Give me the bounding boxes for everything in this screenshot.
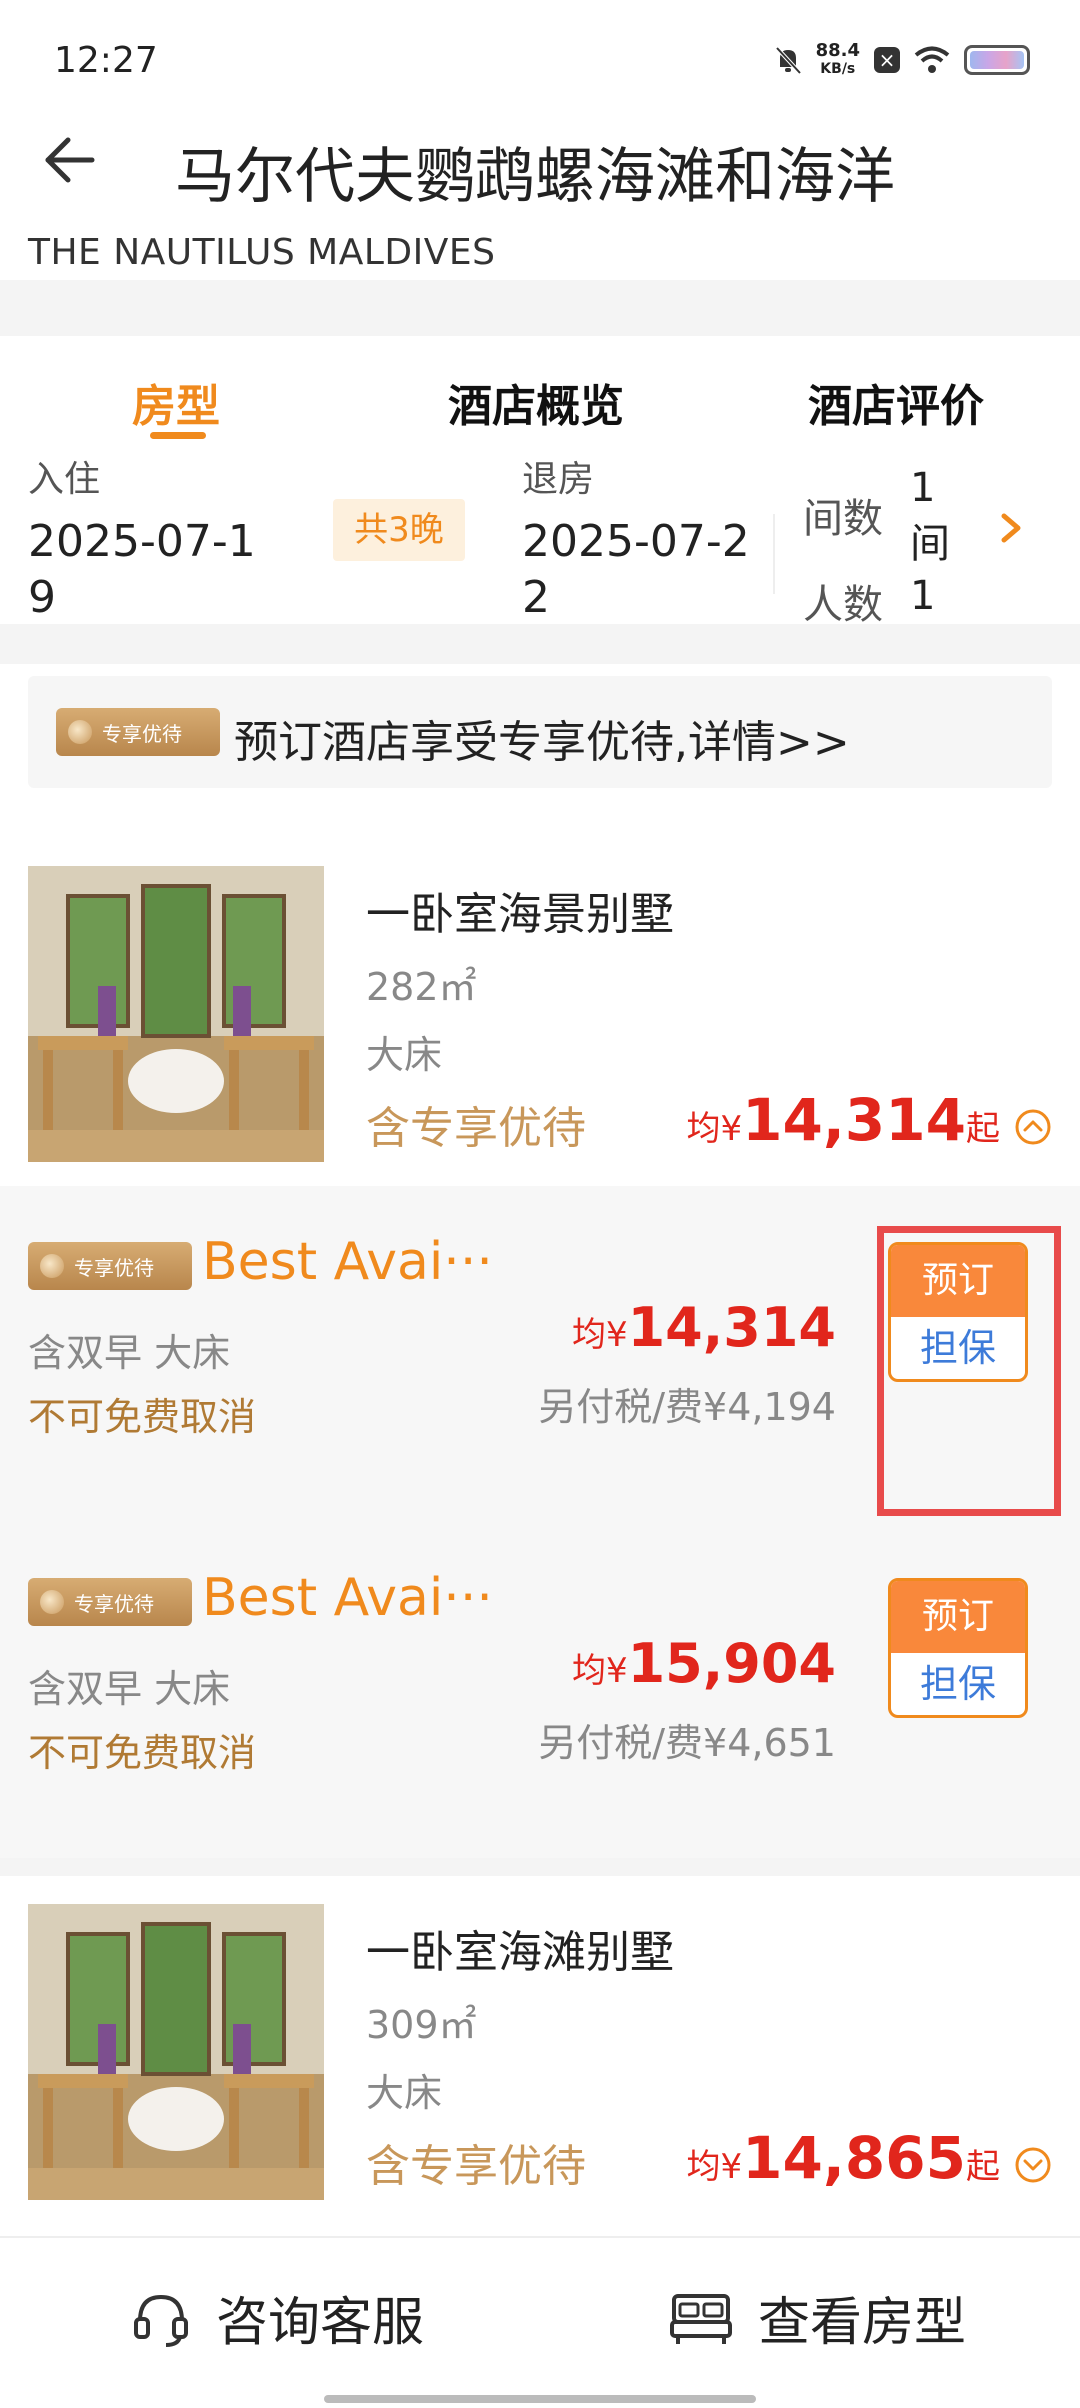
status-bar: 12:27 88.4 KB/s × xyxy=(0,0,1080,120)
price-amount: 14,314 xyxy=(742,1086,966,1154)
room-photo-image xyxy=(28,1904,324,2200)
room-name[interactable]: 一卧室海景别墅 xyxy=(366,878,674,942)
leaf-icon xyxy=(40,1254,64,1278)
tab-room-types[interactable]: 房型 xyxy=(132,370,220,434)
divider-band xyxy=(0,280,1080,336)
price-prefix: 均¥ xyxy=(686,2147,743,2187)
price-suffix: 起 xyxy=(966,2147,1000,2187)
customer-service-button[interactable]: 咨询客服 xyxy=(130,2280,424,2355)
chevron-right-icon[interactable] xyxy=(996,508,1026,548)
room-photo[interactable] xyxy=(28,866,324,1162)
rooms-count-value[interactable]: 1间 xyxy=(910,460,950,572)
book-button[interactable]: 预订 担保 xyxy=(888,1578,1028,1718)
exclusive-badge-label: 专享优待 xyxy=(74,1591,154,1616)
rate-price: 均¥14,314 xyxy=(572,1296,836,1359)
checkout-date[interactable]: 2025-07-22 xyxy=(522,514,772,626)
rate-tax: 另付税/费¥4,194 xyxy=(538,1385,836,1429)
wifi-icon xyxy=(914,46,950,73)
price-suffix: 起 xyxy=(966,1109,1000,1149)
room-size: 282㎡ xyxy=(366,965,477,1009)
nights-badge: 共3晚 xyxy=(333,499,465,561)
home-indicator[interactable] xyxy=(324,2395,756,2403)
stay-date-selector[interactable]: 入住 2025-07-19 共3晚 退房 2025-07-22 间数 1间 人数… xyxy=(0,444,1080,628)
room-photo-image xyxy=(28,866,324,1162)
mute-bell-icon xyxy=(775,46,802,75)
guarantee-label[interactable]: 担保 xyxy=(891,1653,1025,1715)
tab-hotel-overview[interactable]: 酒店概览 xyxy=(448,370,624,434)
hotel-title: 马尔代夫鹦鹉螺海滩和海洋 xyxy=(175,142,895,212)
divider-band xyxy=(0,624,1080,664)
price-prefix: 均¥ xyxy=(571,1651,628,1691)
room-perk: 含专享优待 xyxy=(366,2141,586,2192)
customer-service-label[interactable]: 咨询客服 xyxy=(216,2280,424,2355)
room-price: 均¥14,314起 xyxy=(687,1086,1000,1154)
highlight-annotation-box xyxy=(877,1226,1061,1516)
view-rooms-button[interactable]: 查看房型 xyxy=(668,2280,966,2355)
status-icons: 88.4 KB/s × xyxy=(774,42,1030,78)
bed-icon xyxy=(670,2293,732,2344)
rate-meal-bed: 含双早 大床 xyxy=(28,1667,231,1711)
collapse-chevron-icon[interactable] xyxy=(1014,1108,1052,1146)
battery-icon xyxy=(964,45,1030,75)
tab-active-indicator xyxy=(150,432,206,439)
bottom-action-bar: 咨询客服 查看房型 xyxy=(0,2236,1080,2408)
rate-tax: 另付税/费¥4,651 xyxy=(538,1721,836,1765)
leaf-icon xyxy=(40,1590,64,1614)
view-rooms-label[interactable]: 查看房型 xyxy=(758,2280,966,2355)
price-prefix: 均¥ xyxy=(686,1109,743,1149)
promo-banner[interactable]: 专享优待 预订酒店享受专享优待,详情>> xyxy=(28,676,1052,788)
room-price: 均¥14,865起 xyxy=(687,2124,1000,2192)
exclusive-badge-label: 专享优待 xyxy=(74,1255,154,1280)
room-bed-type: 大床 xyxy=(366,2071,443,2115)
rate-plan-row[interactable]: 专享优待 Best Avai··· 含双早 大床 不可免费取消 均¥15,904… xyxy=(0,1522,1080,1858)
date-divider xyxy=(773,514,775,594)
checkout-label: 退房 xyxy=(522,459,595,500)
exclusive-badge: 专享优待 xyxy=(28,1242,192,1290)
price-amount: 15,904 xyxy=(627,1632,836,1695)
price-amount: 14,314 xyxy=(627,1296,836,1359)
book-button-label[interactable]: 预订 xyxy=(891,1581,1025,1653)
rate-price: 均¥15,904 xyxy=(572,1632,836,1695)
expand-chevron-icon[interactable] xyxy=(1014,2146,1052,2184)
tab-hotel-reviews[interactable]: 酒店评价 xyxy=(808,370,984,434)
rate-meal-bed: 含双早 大床 xyxy=(28,1331,231,1375)
rate-plan-name[interactable]: Best Avai··· xyxy=(202,1568,493,1628)
status-time: 12:27 xyxy=(54,40,158,81)
hotel-subtitle: THE NAUTILUS MALDIVES xyxy=(28,232,496,273)
checkin-date[interactable]: 2025-07-19 xyxy=(28,514,278,626)
tab-bar: 房型 酒店概览 酒店评价 xyxy=(0,336,1080,444)
rate-cancel-policy: 不可免费取消 xyxy=(28,1395,257,1439)
price-amount: 14,865 xyxy=(742,2124,966,2192)
room-card[interactable]: 一卧室海滩别墅 309㎡ 大床 含专享优待 均¥14,865起 xyxy=(0,1876,1080,2224)
net-speed-unit: KB/s xyxy=(820,61,856,77)
back-arrow-icon[interactable] xyxy=(40,130,100,190)
leaf-icon xyxy=(68,720,92,744)
guests-count-value[interactable]: 1 xyxy=(910,568,935,624)
guests-count-label: 人数 xyxy=(803,582,883,628)
rate-cancel-policy: 不可免费取消 xyxy=(28,1731,257,1775)
price-prefix: 均¥ xyxy=(571,1315,628,1355)
room-size: 309㎡ xyxy=(366,2003,477,2047)
net-speed: 88.4 KB/s xyxy=(816,42,860,78)
rooms-count-label: 间数 xyxy=(803,496,883,542)
exclusive-badge: 专享优待 xyxy=(56,708,220,756)
promo-text[interactable]: 预订酒店享受专享优待,详情>> xyxy=(234,706,850,770)
checkin-label: 入住 xyxy=(28,459,101,500)
room-photo[interactable] xyxy=(28,1904,324,2200)
room-perk: 含专享优待 xyxy=(366,1103,586,1154)
divider-band xyxy=(0,1858,1080,1876)
rate-plan-name[interactable]: Best Avai··· xyxy=(202,1232,493,1292)
exclusive-badge: 专享优待 xyxy=(28,1578,192,1626)
exclusive-badge-label: 专享优待 xyxy=(102,721,182,746)
headset-icon xyxy=(134,2294,188,2347)
net-speed-value: 88.4 xyxy=(815,40,860,61)
room-card[interactable]: 一卧室海景别墅 282㎡ 大床 含专享优待 均¥14,314起 xyxy=(0,838,1080,1186)
room-bed-type: 大床 xyxy=(366,1033,443,1077)
room-name[interactable]: 一卧室海滩别墅 xyxy=(366,1916,674,1980)
close-box-icon: × xyxy=(874,47,900,73)
